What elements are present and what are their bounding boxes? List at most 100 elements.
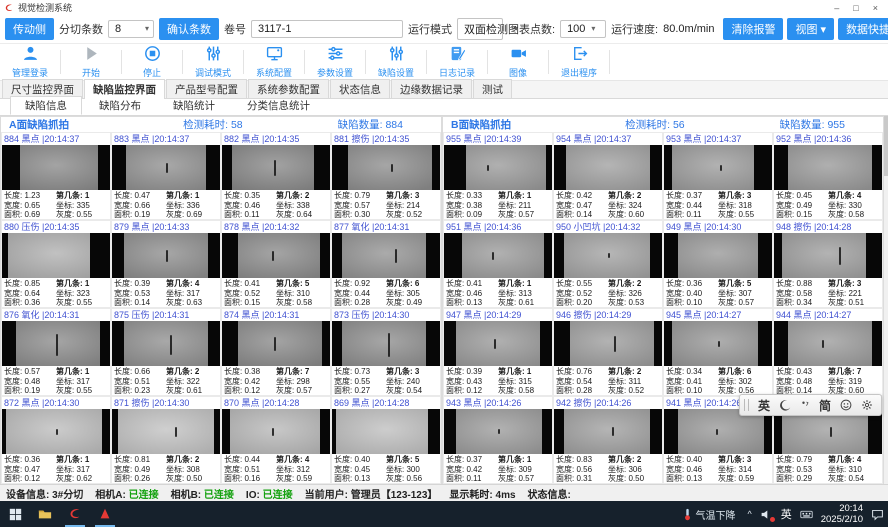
detail-line: 坐标: 298	[276, 377, 328, 387]
detail-line: 米数: 0.35	[334, 484, 386, 485]
view-menu-button[interactable]: 视图 ▾	[787, 18, 834, 40]
punctuation-icon[interactable]	[800, 399, 810, 411]
defect-cell[interactable]: 871 擦伤 |20:14:30 长度: 0.81宽度: 0.49面积: 0.2…	[111, 396, 221, 484]
scrollbar-thumb[interactable]	[884, 116, 888, 176]
chart-points-select[interactable]: 100▾	[560, 20, 606, 38]
defect-cell[interactable]: 949 黑点 |20:14:30 长度: 0.36宽度: 0.40面积: 0.1…	[663, 220, 773, 308]
tab-6[interactable]: 测试	[473, 79, 512, 98]
defect-cell[interactable]: 883 黑点 |20:14:37 长度: 0.47宽度: 0.66面积: 0.1…	[111, 132, 221, 220]
tab-1[interactable]: 缺陷监控界面	[84, 79, 165, 99]
log-record-button[interactable]: 日志记录	[427, 44, 487, 80]
taskbar-app2-button[interactable]	[90, 501, 120, 527]
data-quick-access-button[interactable]: 数据快捷访问 ▾	[838, 18, 888, 40]
maximize-button[interactable]: □	[853, 3, 858, 13]
defect-cell[interactable]: 954 黑点 |20:14:37 长度: 0.42宽度: 0.47面积: 0.1…	[553, 132, 663, 220]
slit-count-select[interactable]: 8▾	[108, 20, 154, 38]
tab-5[interactable]: 边缘数据记录	[391, 79, 472, 98]
exit-button[interactable]: 退出程序	[549, 44, 609, 80]
detail-line: 长度: 0.40	[334, 455, 386, 465]
action-center-button[interactable]	[871, 508, 884, 521]
defect-details: 长度: 0.40宽度: 0.45面积: 0.13米数: 0.35 第几条: 5坐…	[332, 454, 440, 484]
defect-mark	[822, 340, 824, 348]
detail-line: 第几条: 3	[718, 191, 770, 201]
defect-cell[interactable]: 869 黑点 |20:14:28 长度: 0.40宽度: 0.45面积: 0.1…	[331, 396, 441, 484]
defect-cell[interactable]: 874 黑点 |20:14:31 长度: 0.38宽度: 0.42面积: 0.1…	[221, 308, 331, 396]
defect-cell[interactable]: 944 黑点 |20:14:27 长度: 0.43宽度: 0.48面积: 0.1…	[773, 308, 883, 396]
taskbar-language-indicator[interactable]: 英	[781, 506, 792, 522]
detail-line: 面积: 0.11	[224, 210, 276, 220]
sliders-v-icon	[388, 45, 405, 65]
defect-mark	[720, 165, 722, 171]
system-config-button[interactable]: 系统配置	[244, 44, 304, 80]
subtab-3[interactable]: 分类信息统计	[232, 96, 325, 115]
subtab-2[interactable]: 缺陷统计	[158, 96, 230, 115]
ime-simplified-mode[interactable]: 简	[819, 397, 831, 414]
defect-cell[interactable]: 948 擦伤 |20:14:28 长度: 0.88宽度: 0.58面积: 0.3…	[773, 220, 883, 308]
defect-cell[interactable]: 942 擦伤 |20:14:26 长度: 0.83宽度: 0.56面积: 0.3…	[553, 396, 663, 484]
defect-cell[interactable]: 884 黑点 |20:14:37 长度: 1.23宽度: 0.65面积: 0.6…	[1, 132, 111, 220]
tray-alert-button[interactable]	[760, 508, 773, 521]
defect-cell[interactable]: 875 压伤 |20:14:31 长度: 0.66宽度: 0.51面积: 0.2…	[111, 308, 221, 396]
file-explorer-button[interactable]	[30, 501, 60, 527]
detail-line: 长度: 0.42	[556, 191, 608, 201]
subtab-0[interactable]: 缺陷信息	[10, 96, 82, 115]
run-mode-select[interactable]: 双面检测▾	[457, 18, 503, 40]
emoji-icon[interactable]	[840, 399, 852, 411]
defect-cell[interactable]: 951 黑点 |20:14:36 长度: 0.41宽度: 0.46面积: 0.1…	[443, 220, 553, 308]
defect-cell[interactable]: 873 压伤 |20:14:30 长度: 0.73宽度: 0.55面积: 0.2…	[331, 308, 441, 396]
defect-cell[interactable]: 877 氧化 |20:14:31 长度: 0.92宽度: 0.44面积: 0.2…	[331, 220, 441, 308]
detail-line: 宽度: 0.56	[556, 465, 608, 475]
defect-details: 长度: 0.83宽度: 0.56面积: 0.31米数: 0.35 第几条: 2坐…	[554, 454, 662, 484]
minimize-button[interactable]: –	[834, 3, 839, 13]
defect-mark	[494, 339, 496, 349]
defect-cell[interactable]: 953 黑点 |20:14:37 长度: 0.37宽度: 0.44面积: 0.1…	[663, 132, 773, 220]
defect-cell[interactable]: 882 黑点 |20:14:35 长度: 0.35宽度: 0.46面积: 0.1…	[221, 132, 331, 220]
defect-cell[interactable]: 880 压伤 |20:14:35 长度: 0.85宽度: 0.64面积: 0.3…	[1, 220, 111, 308]
image-edge-right	[428, 409, 440, 454]
roll-number-input[interactable]	[251, 20, 403, 38]
taskbar-app1-button[interactable]	[60, 501, 90, 527]
tray-expand-button[interactable]: ^	[748, 509, 752, 519]
defect-cell[interactable]: 950 小凹坑 |20:14:32 长度: 0.55宽度: 0.52面积: 0.…	[553, 220, 663, 308]
defect-cell[interactable]: 955 黑点 |20:14:39 长度: 0.33宽度: 0.38面积: 0.0…	[443, 132, 553, 220]
stop-button[interactable]: 停止	[122, 44, 182, 80]
start-button[interactable]	[0, 501, 30, 527]
defect-cell[interactable]: 878 黑点 |20:14:32 长度: 0.41宽度: 0.52面积: 0.1…	[221, 220, 331, 308]
taskbar-weather[interactable]: 气温下降	[679, 507, 740, 522]
tab-4[interactable]: 状态信息	[330, 79, 390, 98]
confirm-count-button[interactable]: 确认条数	[159, 18, 219, 40]
defect-cell[interactable]: 943 黑点 |20:14:26 长度: 0.37宽度: 0.42面积: 0.1…	[443, 396, 553, 484]
defect-cell[interactable]: 952 黑点 |20:14:36 长度: 0.45宽度: 0.49面积: 0.1…	[773, 132, 883, 220]
defect-details: 长度: 0.81宽度: 0.49面积: 0.26米数: 0.35 第几条: 2坐…	[112, 454, 220, 484]
clear-alarm-button[interactable]: 清除报警	[723, 18, 783, 40]
start-button[interactable]: 开始	[61, 44, 121, 80]
defect-cell[interactable]: 870 黑点 |20:14:28 长度: 0.44宽度: 0.51面积: 0.1…	[221, 396, 331, 484]
defect-cell[interactable]: 872 黑点 |20:14:30 长度: 0.36宽度: 0.47面积: 0.1…	[1, 396, 111, 484]
defect-settings-button[interactable]: 缺陷设置	[366, 44, 426, 80]
ime-drag-handle-icon[interactable]	[744, 399, 749, 411]
detail-line: 面积: 0.10	[666, 386, 718, 396]
vertical-scrollbar[interactable]	[884, 116, 888, 484]
param-settings-button[interactable]: 参数设置	[305, 44, 365, 80]
defect-cell[interactable]: 945 黑点 |20:14:27 长度: 0.34宽度: 0.41面积: 0.1…	[663, 308, 773, 396]
log-icon	[449, 45, 466, 65]
defect-cell[interactable]: 881 擦伤 |20:14:35 长度: 0.79宽度: 0.57面积: 0.3…	[331, 132, 441, 220]
defect-cell[interactable]: 879 黑点 |20:14:33 长度: 0.39宽度: 0.53面积: 0.1…	[111, 220, 221, 308]
admin-login-button[interactable]: 管理登录	[0, 44, 60, 80]
defect-details: 长度: 0.36宽度: 0.47面积: 0.12米数: 0.35 第几条: 1坐…	[2, 454, 110, 484]
defect-cell[interactable]: 947 黑点 |20:14:29 长度: 0.39宽度: 0.43面积: 0.1…	[443, 308, 553, 396]
image-button[interactable]: 图像	[488, 44, 548, 80]
debug-mode-button[interactable]: 调试模式	[183, 44, 243, 80]
ime-tray-button[interactable]	[800, 508, 813, 521]
detail-line: 长度: 0.34	[666, 367, 718, 377]
drive-side-button[interactable]: 传动侧	[5, 18, 54, 40]
ime-english-mode[interactable]: 英	[758, 397, 770, 414]
detail-line: 灰度: 0.58	[828, 210, 880, 220]
image-edge-right	[650, 145, 662, 190]
close-button[interactable]: ×	[873, 3, 878, 13]
detail-line: 宽度: 0.54	[556, 377, 608, 387]
defect-cell[interactable]: 876 氧化 |20:14:31 长度: 0.57宽度: 0.48面积: 0.1…	[1, 308, 111, 396]
moon-icon[interactable]	[779, 399, 791, 411]
defect-cell[interactable]: 946 擦伤 |20:14:29 长度: 0.76宽度: 0.54面积: 0.2…	[553, 308, 663, 396]
gear-icon[interactable]	[861, 399, 873, 411]
